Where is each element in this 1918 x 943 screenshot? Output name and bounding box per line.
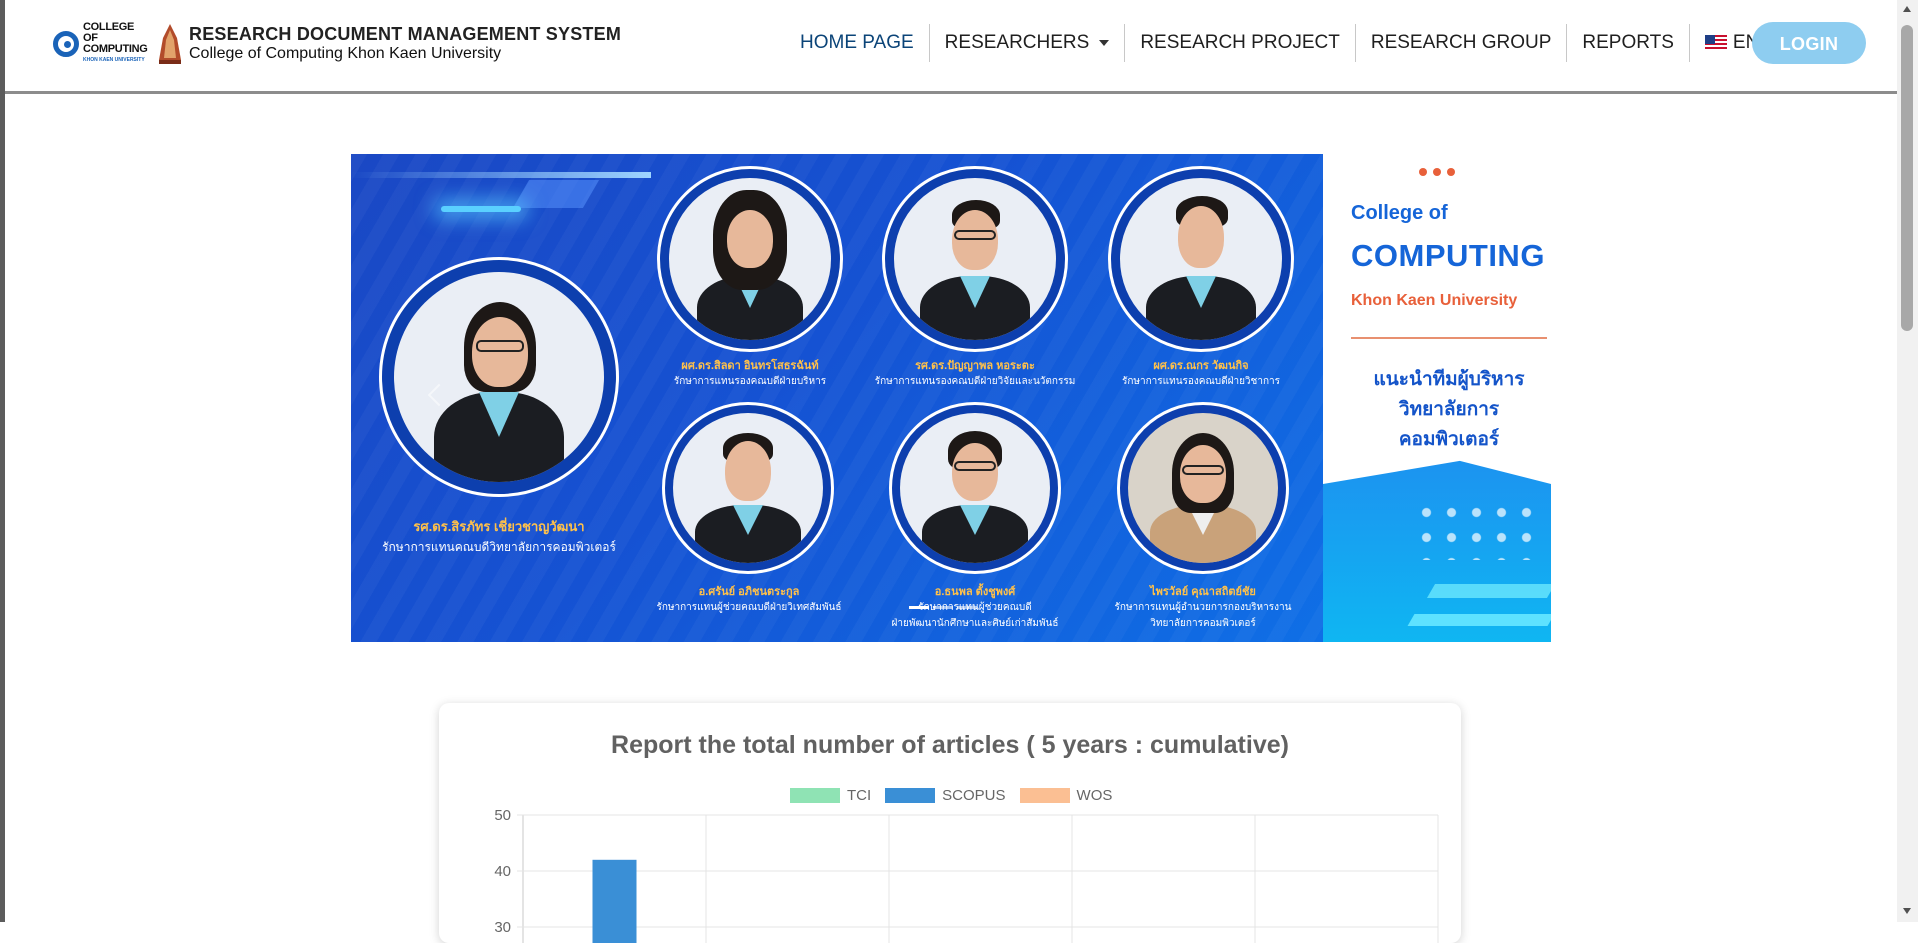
person-role: รักษาการแทนผู้อำนวยการกองบริหารงาน: [1114, 602, 1292, 613]
banner-thai-heading-2: วิทยาลัยการคอมพิวเตอร์: [1398, 399, 1500, 450]
portrait-person: [662, 402, 834, 574]
kku-logo-text: KHON KAEN UNIVERSITY: [83, 57, 145, 63]
person-name: อ.ธนพล ตั้งชูพงศ์: [934, 586, 1016, 598]
site-subtitle: College of Computing Khon Kaen Universit…: [189, 45, 502, 62]
banner-divider: [1351, 337, 1547, 339]
college-logo-icon: [53, 30, 79, 57]
caret-down-icon: [1099, 40, 1110, 46]
articles-bar-chart: 504030: [494, 807, 1439, 943]
banner-kku: Khon Kaen University: [1351, 292, 1518, 309]
nav-researchers[interactable]: RESEARCHERS: [930, 24, 1126, 62]
person-name: ไพรวัลย์ คุณาสถิตย์ชัย: [1150, 586, 1256, 598]
y-tick-label: 40: [494, 863, 511, 880]
scroll-up-arrow-icon[interactable]: [1903, 6, 1911, 12]
window-frame: [0, 0, 5, 922]
banner-thai-heading-1: แนะนำทีมผู้บริหาร: [1373, 369, 1525, 390]
portrait-dean: [379, 257, 619, 497]
person-role: รักษาการแทนรองคณบดีฝ่ายวิจัยและนวัตกรรม: [874, 376, 1076, 387]
bar-scopus[interactable]: [592, 859, 637, 943]
nav-research-project[interactable]: RESEARCH PROJECT: [1125, 24, 1356, 62]
top-navbar: COLLEGE OF COMPUTING KHON KAEN UNIVERSIT…: [5, 0, 1897, 94]
carousel-indicator[interactable]: [933, 606, 953, 609]
banner-stripe: [1407, 614, 1551, 626]
nav-reports[interactable]: REPORTS: [1567, 24, 1690, 62]
college-logo: COLLEGE OF COMPUTING KHON KAEN UNIVERSIT…: [53, 22, 149, 65]
site-title: RESEARCH DOCUMENT MANAGEMENT SYSTEM: [189, 24, 622, 44]
main-nav: HOME PAGE RESEARCHERS RESEARCH PROJECT R…: [785, 24, 1853, 62]
nav-research-project-label: RESEARCH PROJECT: [1140, 32, 1340, 53]
person-role: รักษาการแทนรองคณบดีฝ่ายบริหาร: [673, 376, 827, 387]
nav-home-label: HOME PAGE: [800, 32, 914, 53]
portrait-person: [882, 166, 1068, 352]
scroll-down-arrow-icon[interactable]: [1903, 908, 1911, 914]
nav-research-group[interactable]: RESEARCH GROUP: [1356, 24, 1568, 62]
dots-decoration-icon: [1419, 168, 1455, 176]
nav-reports-label: REPORTS: [1582, 32, 1674, 53]
person-name: อ.ศรันย์ อภิชนตระกูล: [698, 586, 800, 598]
banner-stripe: [1426, 584, 1551, 598]
nav-researchers-label: RESEARCHERS: [944, 32, 1090, 53]
kku-emblem-icon: [159, 23, 181, 64]
person-name: ผศ.ดร.สิลดา อินทรโสธรฉันท์: [681, 360, 819, 372]
banner-stripe: [351, 172, 651, 178]
scroll-thumb[interactable]: [1901, 25, 1913, 331]
portrait-person: [1117, 402, 1289, 574]
banner-college-of: College of: [1351, 202, 1448, 224]
hero-carousel[interactable]: College of COMPUTING Khon Kaen Universit…: [351, 154, 1551, 642]
person-role: รักษาการแทนคณบดีวิทยาลัยการคอมพิวเตอร์: [382, 540, 616, 554]
person-name: รศ.ดร.สิรภัทร เชี่ยวชาญวัฒนา: [413, 519, 585, 534]
y-tick-label: 50: [494, 807, 511, 824]
report-card: Report the total number of articles ( 5 …: [439, 703, 1461, 943]
nav-research-group-label: RESEARCH GROUP: [1370, 32, 1552, 53]
banner-computing: COMPUTING: [1351, 238, 1545, 273]
login-button[interactable]: LOGIN: [1752, 22, 1866, 64]
person-role: รักษาการแทนผู้ช่วยคณบดีฝ่ายวิเทศสัมพันธ์: [656, 602, 842, 613]
portrait-person: [889, 402, 1061, 574]
nav-home[interactable]: HOME PAGE: [785, 24, 930, 62]
portrait-person: [1108, 166, 1294, 352]
banner-glow: [441, 206, 521, 212]
person-name: ผศ.ดร.ณกร วัฒนกิจ: [1153, 360, 1249, 372]
college-logo-text: COLLEGE OF COMPUTING: [83, 21, 148, 55]
person-role-2: ฝ่ายพัฒนานักศึกษาและศิษย์เก่าสัมพันธ์: [891, 618, 1059, 629]
portrait-person: [657, 166, 843, 352]
person-role: รักษาการแทนรองคณบดีฝ่ายวิชาการ: [1121, 376, 1280, 387]
carousel-indicators[interactable]: [909, 606, 977, 609]
carousel-indicator[interactable]: [957, 606, 977, 609]
person-name: รศ.ดร.ปัญญาพล หอระตะ: [915, 360, 1035, 372]
page-scrollbar[interactable]: [1897, 0, 1918, 922]
us-flag-icon: [1704, 35, 1727, 51]
brand[interactable]: COLLEGE OF COMPUTING KHON KAEN UNIVERSIT…: [53, 22, 621, 65]
dot-grid-decoration: [1414, 500, 1544, 560]
carousel-indicator[interactable]: [909, 606, 929, 609]
person-role-2: วิทยาลัยการคอมพิวเตอร์: [1150, 618, 1256, 629]
